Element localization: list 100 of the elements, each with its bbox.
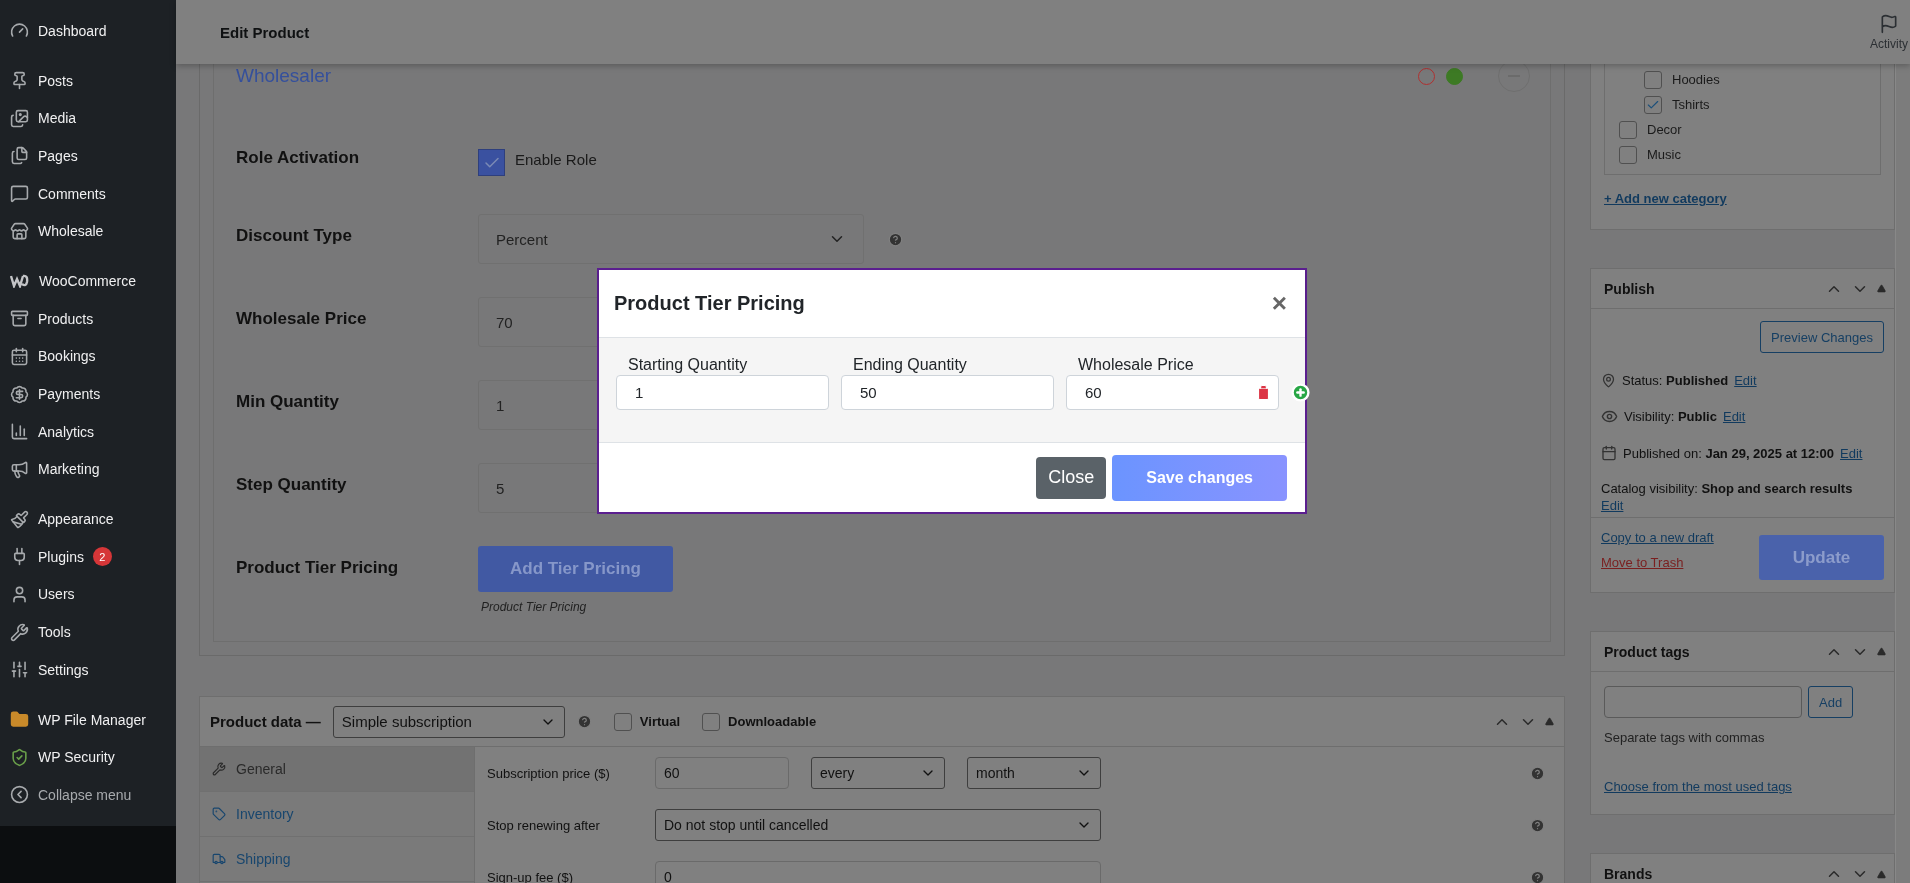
count-badge: 2 (92, 547, 112, 567)
select-field[interactable]: every (811, 757, 945, 789)
column-label: Starting Quantity (627, 356, 749, 374)
status-text: Status: Published (1622, 373, 1729, 388)
collapse-icon (10, 785, 29, 805)
sidebar-item[interactable]: Tools (0, 613, 176, 651)
status-text: Published on: Jan 29, 2025 at 12:00 (1623, 445, 1835, 461)
select-field[interactable]: Do not stop until cancelled (655, 809, 1101, 841)
add-icon[interactable] (1291, 382, 1310, 402)
user-icon (10, 584, 29, 604)
column-label: Wholesale Price (1077, 356, 1195, 374)
sidebar-item[interactable]: Dashboard (0, 12, 176, 50)
megaphone-icon (10, 459, 29, 479)
paintbrush-icon (10, 509, 29, 529)
sidebar-item[interactable]: Media (0, 99, 176, 138)
edit-link[interactable]: Edit (1840, 445, 1863, 461)
panel-title: Product tags (1604, 643, 1690, 660)
hint-text: Separate tags with commas (1604, 730, 1766, 745)
sidebar-item[interactable]: Wholesale (0, 212, 176, 251)
sidebar-item[interactable]: Products (0, 299, 176, 338)
input-field[interactable]: 60 (655, 757, 789, 789)
sidebar-item[interactable]: WooCommerce (0, 262, 176, 300)
category-label: Tshirts (1672, 97, 1710, 112)
tag-input[interactable] (1604, 686, 1802, 718)
wrench-icon (212, 762, 226, 776)
sidebar-item[interactable]: Pages (0, 137, 176, 175)
images-icon (10, 108, 29, 128)
checkbox[interactable] (1644, 95, 1662, 114)
sidebar-item[interactable]: WP Security (0, 738, 176, 777)
close-button[interactable]: Close (1036, 456, 1107, 499)
pin-icon (1601, 373, 1616, 388)
panel-title: Publish (1604, 280, 1655, 297)
status-text: Catalog visibility: Shop and search results (1601, 481, 1853, 496)
field-label: Subscription price ($) (487, 765, 611, 781)
activity-button[interactable]: Activity (1858, 13, 1910, 51)
collapse-icon[interactable] (1877, 284, 1886, 293)
input-field[interactable]: 0 (655, 861, 1101, 883)
input-field[interactable]: 50 (841, 375, 1054, 410)
page-title: Edit Product (220, 23, 310, 41)
dialog-title: Product Tier Pricing (614, 292, 805, 315)
field-label: Product Tier Pricing (236, 557, 400, 578)
scrollbar[interactable] (1895, 64, 1910, 883)
calendar-icon (1601, 445, 1617, 461)
checkbox[interactable] (1619, 120, 1637, 139)
sidebar-item[interactable]: Payments (0, 375, 176, 413)
most-used-tags-link[interactable]: Choose from the most used tags (1604, 779, 1881, 794)
tag-icon (212, 807, 226, 821)
calendar-icon (10, 346, 29, 366)
category-label: Decor (1647, 122, 1682, 137)
add-category-link[interactable]: + Add new category (1604, 191, 1727, 206)
checkbox-label: Virtual (639, 714, 681, 729)
sidebar-item[interactable]: Collapse menu (0, 776, 176, 814)
sidebar-item[interactable]: Plugins 2 (0, 537, 176, 576)
flag-icon (1879, 13, 1899, 34)
checkbox[interactable] (702, 712, 721, 731)
input-field[interactable]: 1 (616, 375, 829, 410)
sidebar-item[interactable]: Appearance (0, 500, 176, 538)
edit-link[interactable]: Edit (1722, 409, 1746, 424)
collapse-icon[interactable] (1877, 869, 1886, 879)
column-label: Ending Quantity (852, 356, 968, 374)
sidebar-item[interactable]: Users (0, 575, 176, 614)
input-field[interactable]: 60 (1066, 375, 1279, 410)
field-label: Step Quantity (236, 474, 348, 495)
sidebar-item[interactable]: Settings (0, 651, 176, 689)
storefront-icon (10, 221, 29, 241)
close-button[interactable]: × (1271, 288, 1287, 319)
checkbox[interactable] (478, 149, 505, 176)
select-field[interactable]: month (967, 757, 1101, 789)
checkbox[interactable] (1619, 145, 1637, 164)
checkbox-label: Enable Role (515, 150, 597, 168)
checkbox[interactable] (613, 712, 632, 731)
product-type-select[interactable]: Simple subscription (332, 705, 565, 738)
sidebar-item[interactable]: Bookings (0, 337, 176, 376)
category-label: Music (1647, 147, 1681, 162)
field-label: Wholesale Price (236, 308, 368, 329)
panel-tab[interactable]: General (200, 747, 474, 792)
sidebar-item[interactable]: Posts (0, 61, 176, 100)
sidebar-item[interactable]: Analytics (0, 412, 176, 451)
copy-draft-link[interactable]: Copy to a new draft (1601, 530, 1714, 545)
help-icon (576, 714, 592, 729)
panel-label: Product data — (210, 713, 321, 730)
select-field[interactable]: Percent (478, 214, 864, 264)
edit-link[interactable]: Edit (1601, 498, 1624, 513)
sidebar-item[interactable]: Marketing (0, 450, 176, 489)
folder-icon (10, 710, 29, 730)
role-title: Wholesaler (236, 65, 332, 87)
archive-box-icon (10, 309, 29, 329)
edit-link[interactable]: Edit (1734, 373, 1757, 388)
sidebar-item[interactable]: WP File Manager (0, 700, 176, 739)
status-text: Visibility: Public (1624, 409, 1717, 424)
field-label: Discount Type (236, 225, 353, 246)
collapse-icon[interactable] (1545, 717, 1554, 726)
sidebar-item[interactable]: Comments (0, 174, 176, 213)
checkbox[interactable] (1644, 70, 1662, 89)
checkbox-label: Downloadable (728, 714, 817, 729)
category-label: Hoodies (1672, 72, 1720, 87)
dollar-icon (10, 384, 29, 404)
collapse-icon[interactable] (1877, 647, 1886, 656)
trash-icon[interactable] (1255, 384, 1272, 401)
pin-icon (10, 71, 29, 91)
